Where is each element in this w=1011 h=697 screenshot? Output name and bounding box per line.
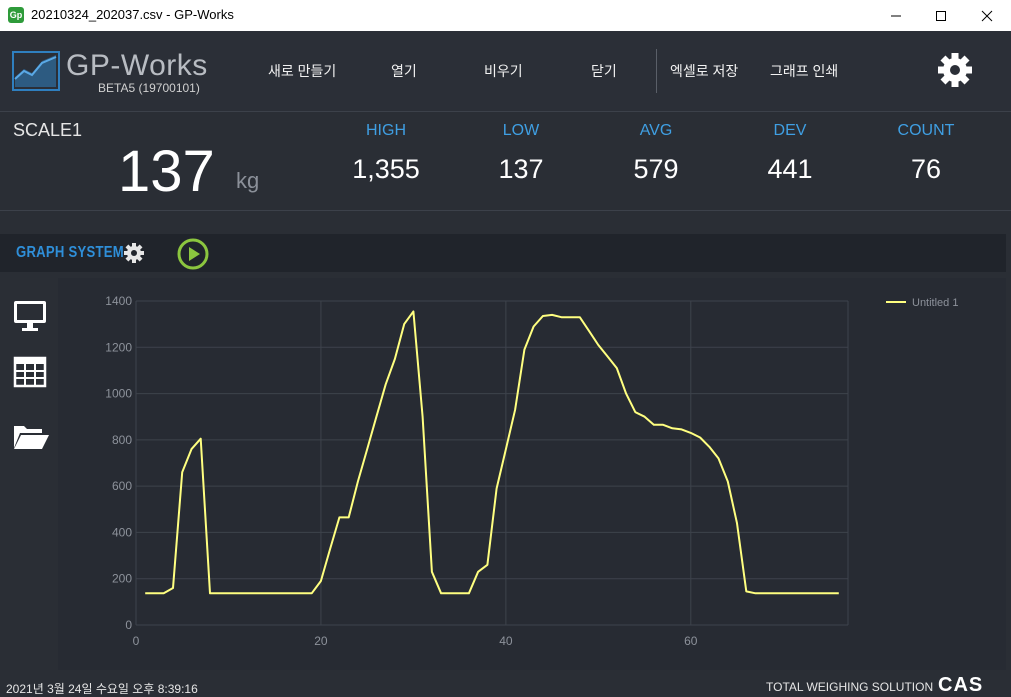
graph-system-title: GRAPH SYSTEM bbox=[16, 244, 124, 261]
close-button[interactable] bbox=[964, 0, 1010, 31]
y-tick-label: 1000 bbox=[105, 387, 132, 401]
scale-weight-value: 137 bbox=[118, 139, 215, 204]
stat-label: LOW bbox=[502, 122, 540, 139]
scale-unit: kg bbox=[236, 168, 260, 193]
stat-value: 76 bbox=[910, 154, 942, 184]
stat-low: LOW 137 bbox=[461, 122, 581, 185]
menu-close[interactable]: 닫기 bbox=[591, 61, 617, 81]
y-tick-label: 200 bbox=[112, 572, 132, 586]
app-header: GP-Works BETA5 (19700101) 새로 만들기 열기 비우기 … bbox=[0, 31, 1011, 112]
y-tick-label: 0 bbox=[125, 618, 132, 632]
legend-label: Untitled 1 bbox=[912, 297, 958, 309]
y-tick-label: 1200 bbox=[105, 340, 132, 354]
chart-panel: 0 200 400 600 800 1000 1200 1400 0 20 40 60 Untitled… bbox=[58, 278, 1006, 670]
minimize-icon bbox=[891, 15, 901, 16]
y-tick-label: 1400 bbox=[105, 294, 132, 308]
settings-gear-icon[interactable] bbox=[936, 51, 974, 89]
stat-avg: AVG 579 bbox=[596, 122, 716, 185]
series-line bbox=[145, 310, 839, 595]
status-brand: TOTAL WEIGHING SOLUTION bbox=[766, 680, 934, 694]
maximize-icon bbox=[936, 10, 946, 21]
minimize-button[interactable] bbox=[873, 0, 919, 31]
window-titlebar: Gp 20210324_202037.csv - GP-Works bbox=[0, 0, 1011, 32]
folder-open-icon[interactable] bbox=[12, 422, 50, 452]
menu-open[interactable]: 열기 bbox=[391, 61, 417, 81]
logo-chart-icon bbox=[12, 51, 60, 91]
y-tick-label: 400 bbox=[112, 525, 132, 539]
monitor-icon[interactable] bbox=[12, 298, 48, 334]
cas-logo: CAS bbox=[938, 674, 984, 696]
stat-high: HIGH 1,355 bbox=[326, 122, 446, 185]
stat-label: AVG bbox=[639, 122, 673, 139]
app-icon: Gp bbox=[8, 7, 24, 23]
x-tick-label: 40 bbox=[499, 634, 513, 648]
maximize-button[interactable] bbox=[918, 0, 964, 31]
window-title: 20210324_202037.csv - GP-Works bbox=[31, 7, 234, 22]
scale-label: SCALE1 bbox=[13, 120, 83, 140]
status-datetime: 2021년 3월 24일 수요일 오후 8:39:16 bbox=[6, 682, 198, 696]
stat-label: COUNT bbox=[897, 122, 955, 139]
y-tick-label: 600 bbox=[112, 479, 132, 493]
menu-new[interactable]: 새로 만들기 bbox=[268, 61, 336, 81]
stat-label: HIGH bbox=[366, 122, 406, 139]
menu-save-excel[interactable]: 엑셀로 저장 bbox=[670, 61, 738, 81]
line-chart: 0 200 400 600 800 1000 1200 1400 0 20 40 60 Untitled… bbox=[105, 294, 958, 648]
stat-count: COUNT 76 bbox=[866, 122, 986, 185]
version-label: BETA5 (19700101) bbox=[98, 81, 200, 95]
menu-print-graph[interactable]: 그래프 인쇄 bbox=[770, 61, 838, 81]
graph-system-bar: GRAPH SYSTEM bbox=[0, 234, 1006, 272]
x-tick-label: 20 bbox=[314, 634, 328, 648]
stat-label: DEV bbox=[773, 122, 807, 139]
stat-value: 137 bbox=[498, 154, 544, 184]
stats-panel: SCALE1 137 kg HIGH 1,355 LOW 137 AVG 579… bbox=[0, 112, 1011, 211]
x-tick-label: 60 bbox=[684, 634, 698, 648]
graph-settings-gear-icon[interactable] bbox=[123, 242, 145, 264]
stat-value: 579 bbox=[633, 154, 679, 184]
logo-text: GP-Works bbox=[66, 49, 208, 82]
close-icon bbox=[981, 10, 993, 21]
menu-separator bbox=[656, 49, 657, 93]
play-icon[interactable] bbox=[176, 237, 210, 271]
menu-clear[interactable]: 비우기 bbox=[484, 61, 523, 81]
stat-value: 1,355 bbox=[352, 154, 420, 184]
stat-dev: DEV 441 bbox=[730, 122, 850, 185]
stat-value: 441 bbox=[767, 154, 813, 184]
x-tick-label: 0 bbox=[133, 634, 140, 648]
table-icon[interactable] bbox=[12, 356, 48, 388]
status-bar: 2021년 3월 24일 수요일 오후 8:39:16 TOTAL WEIGHI… bbox=[0, 674, 1011, 697]
y-tick-label: 800 bbox=[112, 433, 132, 447]
